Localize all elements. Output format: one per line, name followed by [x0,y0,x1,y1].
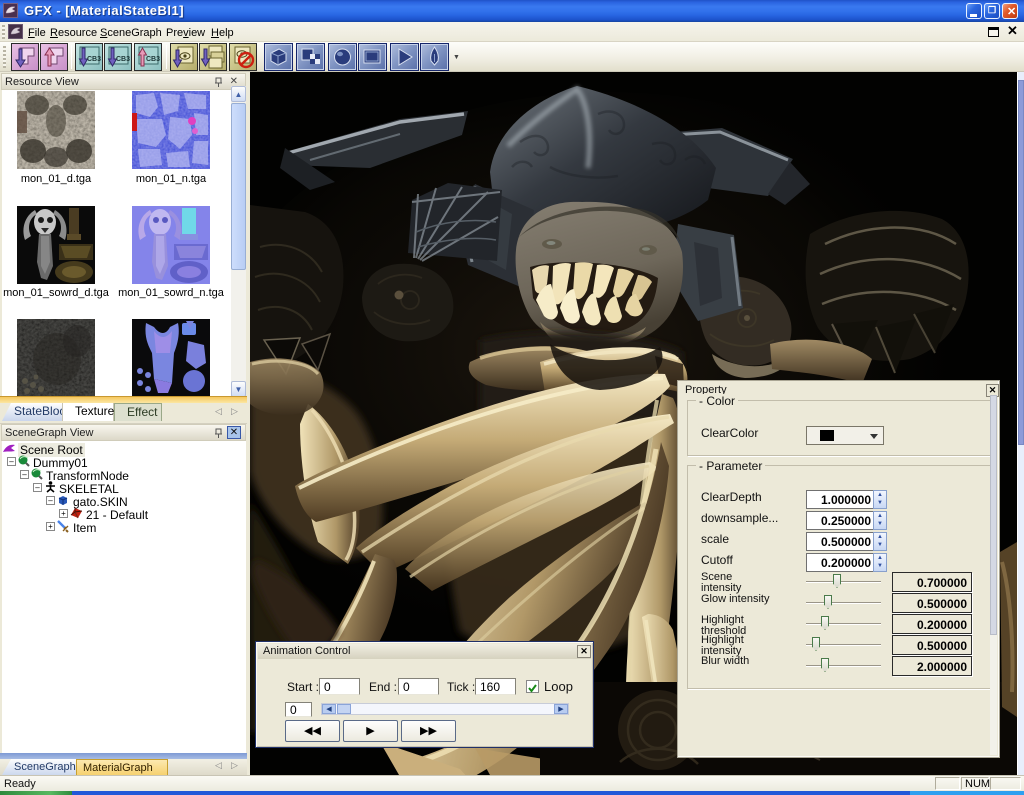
svg-text:CB3: CB3 [116,56,130,63]
svg-text:CB3: CB3 [146,56,160,63]
svg-text:CB3: CB3 [87,56,101,63]
